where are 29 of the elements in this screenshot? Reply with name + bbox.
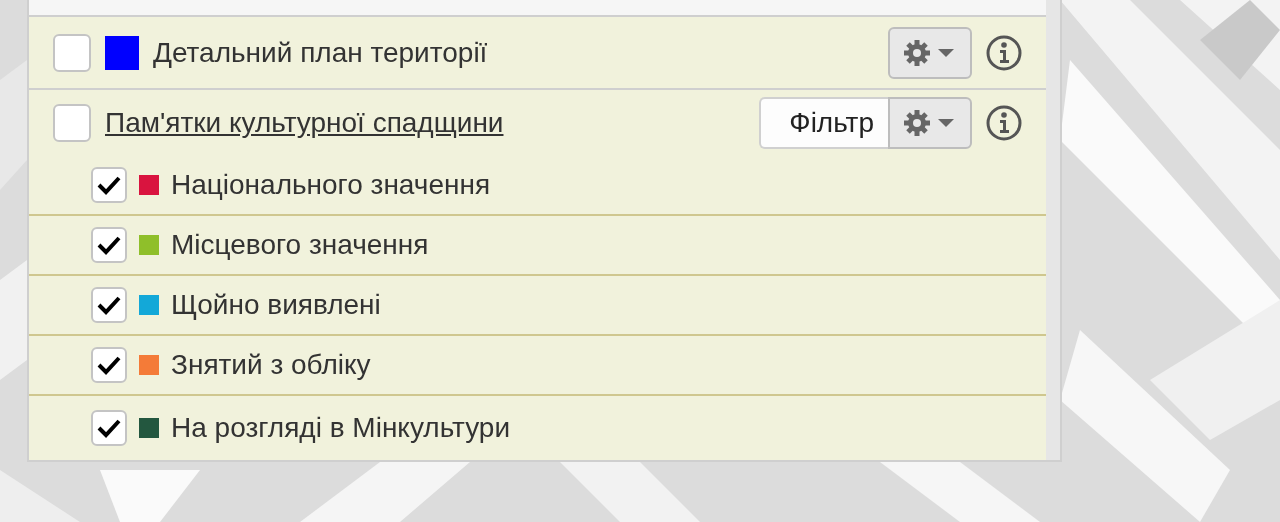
layer-label: Місцевого значення <box>171 228 429 262</box>
checkbox[interactable] <box>91 287 127 323</box>
caret-icon <box>938 119 954 127</box>
layer-label: Щойно виявлені <box>171 288 381 322</box>
checkbox[interactable] <box>91 227 127 263</box>
info-icon[interactable] <box>986 34 1022 71</box>
scrollbar-track[interactable] <box>1046 0 1060 460</box>
layer-label: Знятий з обліку <box>171 348 371 382</box>
caret-icon <box>938 48 954 57</box>
checkmark-icon <box>97 418 121 438</box>
checkbox[interactable] <box>91 347 127 383</box>
checkbox[interactable] <box>91 410 127 446</box>
checkmark-icon <box>97 175 121 195</box>
checkbox[interactable] <box>91 167 127 203</box>
settings-dropdown-button[interactable] <box>888 97 972 149</box>
layer-label: Національного значення <box>171 168 491 202</box>
layer-label: Детальний план території <box>153 35 488 70</box>
filter-button[interactable]: Фільтр <box>759 97 888 149</box>
settings-dropdown-button[interactable] <box>888 26 972 79</box>
layer-group-link[interactable]: Пам'ятки культурної спадщини <box>105 102 504 144</box>
gear-icon <box>904 39 930 66</box>
checkmark-icon <box>97 355 121 375</box>
checkmark-icon <box>97 295 121 315</box>
layer-label: На розгляді в Мінкультури <box>171 411 511 445</box>
info-icon[interactable] <box>986 105 1022 141</box>
checkbox[interactable] <box>53 33 91 72</box>
checkmark-icon <box>97 235 121 255</box>
gear-icon <box>904 110 930 136</box>
checkbox[interactable] <box>53 104 91 142</box>
